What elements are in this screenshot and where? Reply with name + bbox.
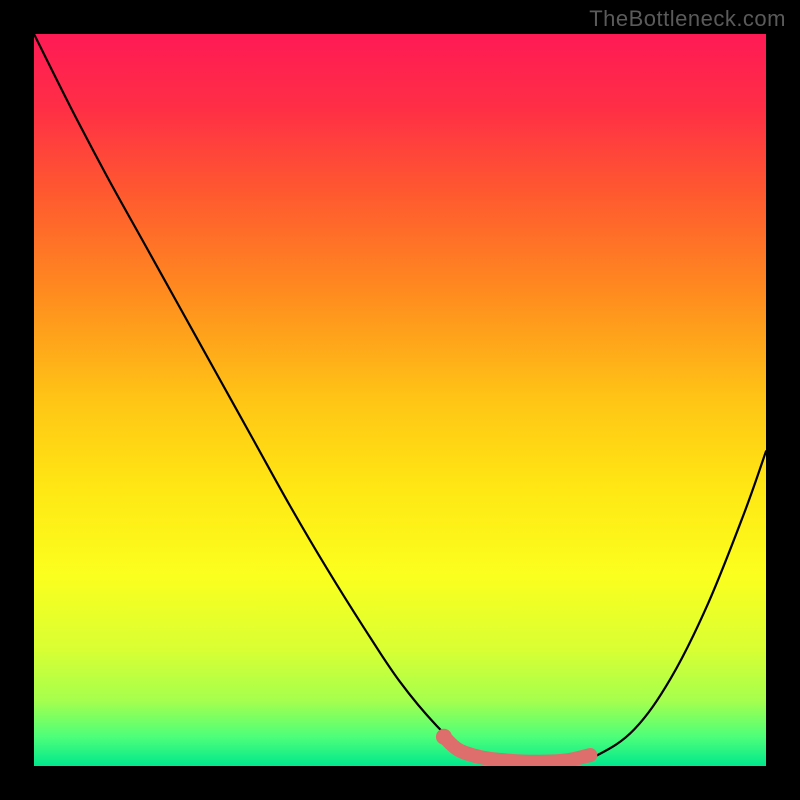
plot-area xyxy=(34,34,766,766)
highlight-start-dot xyxy=(436,729,452,745)
watermark-text: TheBottleneck.com xyxy=(589,6,786,32)
chart-stage: TheBottleneck.com xyxy=(0,0,800,800)
gradient-background xyxy=(34,34,766,766)
plot-svg xyxy=(34,34,766,766)
